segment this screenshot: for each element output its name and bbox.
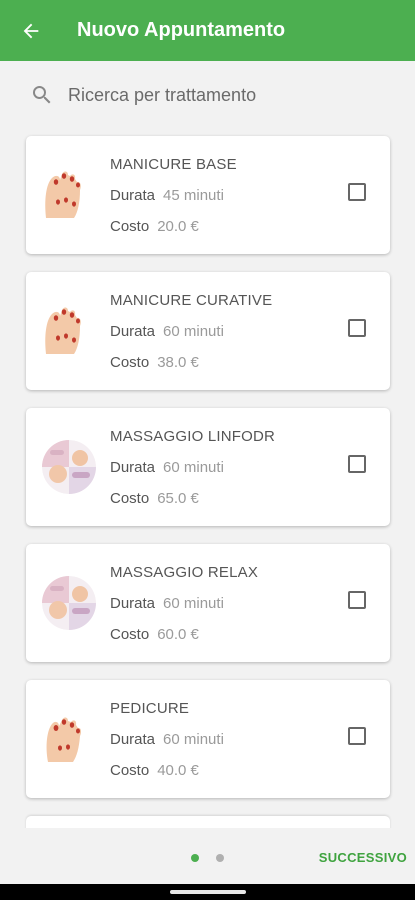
arrow-left-icon [23, 23, 38, 38]
select-checkbox[interactable] [348, 455, 366, 473]
treatment-card[interactable]: MANICURE CURATIVE Durata 60 minuti Costo 3… [26, 272, 390, 390]
search-input[interactable] [68, 84, 368, 106]
manicure-image [45, 307, 81, 354]
treatment-list: MANICURE BASE Durata 45 minuti Costo 20.0 … [26, 136, 390, 864]
next-button[interactable]: SUCCESSIVO [319, 850, 407, 865]
duration-label: Durata [110, 187, 156, 204]
cost-value: 40.0 € [157, 762, 199, 779]
cost-label: Costo [110, 354, 150, 371]
duration-row: Durata 60 minuti [110, 595, 224, 612]
cost-label: Costo [110, 490, 150, 507]
select-checkbox[interactable] [348, 591, 366, 609]
duration-row: Durata 60 minuti [110, 459, 224, 476]
cost-value: 60.0 € [157, 626, 199, 643]
page-title: Nuovo Appuntamento [77, 19, 286, 41]
cost-row: Costo 60.0 € [110, 626, 199, 643]
duration-label: Durata [110, 595, 156, 612]
select-checkbox[interactable] [348, 183, 366, 201]
cost-label: Costo [110, 626, 150, 643]
bottom-bar: SUCCESSIVO [0, 828, 415, 884]
duration-value: 60 minuti [163, 323, 224, 340]
treatment-card[interactable]: MANICURE BASE Durata 45 minuti Costo 20.0 … [26, 136, 390, 254]
duration-value: 60 minuti [163, 595, 224, 612]
select-checkbox[interactable] [348, 727, 366, 745]
back-button[interactable] [0, 0, 61, 61]
duration-label: Durata [110, 459, 156, 476]
cost-row: Costo 20.0 € [110, 218, 199, 235]
duration-value: 60 minuti [163, 731, 224, 748]
treatment-name: MANICURE CURATIVE [110, 292, 273, 309]
cost-value: 38.0 € [157, 354, 199, 371]
duration-row: Durata 60 minuti [110, 323, 224, 340]
duration-value: 60 minuti [163, 459, 224, 476]
treatment-name: MASSAGGIO RELAX [110, 564, 259, 581]
treatment-card[interactable]: MASSAGGIO RELAX Durata 60 minuti Costo 60.… [26, 544, 390, 662]
pedicure-image [46, 717, 82, 762]
search-icon [33, 86, 51, 104]
cost-value: 65.0 € [157, 490, 199, 507]
select-checkbox[interactable] [348, 319, 366, 337]
duration-row: Durata 60 minuti [110, 731, 224, 748]
cost-label: Costo [110, 218, 150, 235]
cost-value: 20.0 € [157, 218, 199, 235]
treatment-name: MASSAGGIO LINFODR [110, 428, 276, 445]
treatment-name: PEDICURE [110, 700, 190, 717]
app-bar: Nuovo Appuntamento [0, 0, 415, 61]
duration-value: 45 minuti [163, 187, 224, 204]
system-nav-bar [0, 884, 415, 900]
page-indicator-dot-active [191, 854, 199, 862]
page-indicator-dot [216, 854, 224, 862]
search-bar [30, 76, 390, 114]
treatment-card[interactable]: PEDICURE Durata 60 minuti Costo 40.0 € [26, 680, 390, 798]
cost-row: Costo 65.0 € [110, 490, 199, 507]
massage-image [42, 576, 96, 630]
duration-label: Durata [110, 323, 156, 340]
treatment-card[interactable]: MASSAGGIO LINFODR Durata 60 minuti Costo 6… [26, 408, 390, 526]
duration-label: Durata [110, 731, 156, 748]
home-indicator[interactable] [170, 890, 246, 894]
treatment-name: MANICURE BASE [110, 156, 237, 173]
massage-image [42, 440, 96, 494]
cost-row: Costo 40.0 € [110, 762, 199, 779]
cost-row: Costo 38.0 € [110, 354, 199, 371]
cost-label: Costo [110, 762, 150, 779]
manicure-image [45, 171, 81, 218]
duration-row: Durata 45 minuti [110, 187, 224, 204]
